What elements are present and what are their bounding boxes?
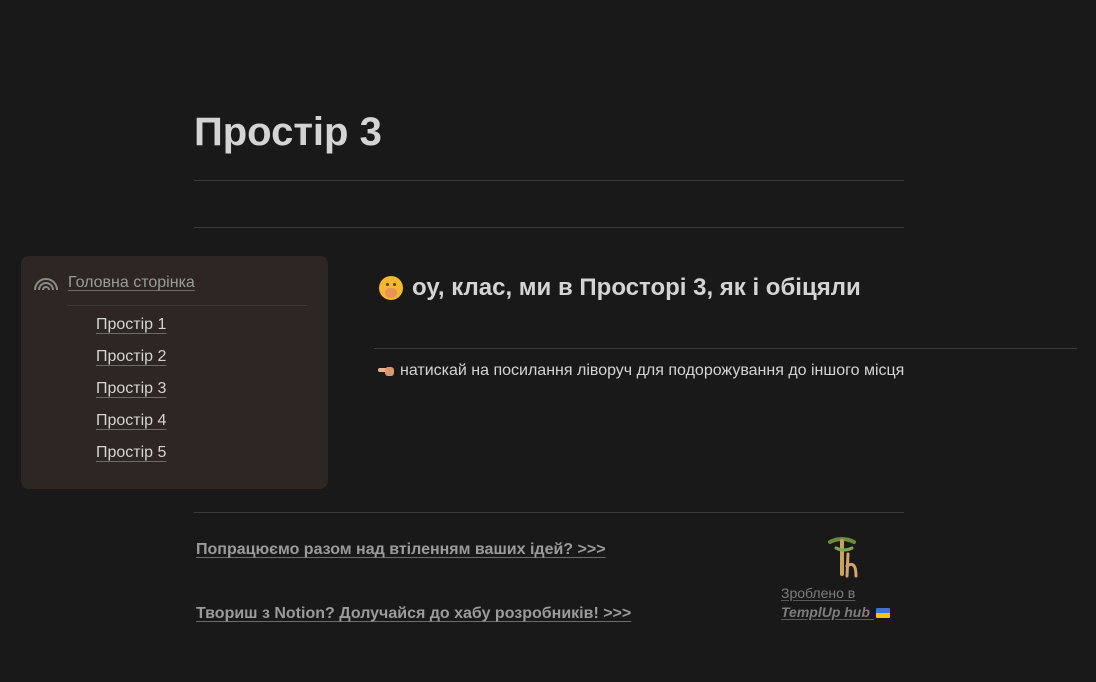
ukraine-flag-icon <box>875 608 890 618</box>
content-heading: оу, клас, ми в Просторі 3, як і обіцяли <box>412 274 861 301</box>
shushing-face-icon <box>379 276 403 300</box>
made-in-label[interactable]: Зроблено в TemplUp hub <box>781 584 890 622</box>
content-heading-row: оу, клас, ми в Просторі 3, як і обіцяли <box>379 274 861 302</box>
home-page-link[interactable]: Головна сторінка <box>68 274 195 292</box>
content-divider <box>374 348 1077 349</box>
join-hub-link[interactable]: Твориш з Notion? Долучайся до хабу розро… <box>196 605 631 623</box>
templup-hub-link[interactable]: TemplUp hub <box>781 604 874 620</box>
section-divider <box>194 227 904 228</box>
pointing-left-icon <box>378 365 394 377</box>
title-divider <box>194 180 904 181</box>
sidebar-item-space-2: Простір 2 <box>96 348 166 380</box>
footer-divider <box>194 512 904 513</box>
sidebar-item-space-1: Простір 1 <box>96 316 166 348</box>
templup-logo-icon[interactable] <box>824 536 864 578</box>
space-link[interactable]: Простір 2 <box>96 348 166 365</box>
sidebar-nav: Головна сторінка Простір 1 Простір 2 Про… <box>21 256 328 489</box>
collaborate-link[interactable]: Попрацюємо разом над втіленням ваших іде… <box>196 541 606 559</box>
space-link[interactable]: Простір 3 <box>96 380 166 397</box>
page-title: Простір 3 <box>194 110 382 154</box>
rainbow-icon <box>33 274 59 292</box>
sidebar-item-space-3: Простір 3 <box>96 380 166 412</box>
hint-text: натискай на посилання ліворуч для подоро… <box>400 362 905 379</box>
hint-row: натискай на посилання ліворуч для подоро… <box>378 362 904 380</box>
made-in-text: Зроблено в <box>781 585 856 601</box>
sidebar-divider <box>67 305 307 306</box>
space-link[interactable]: Простір 4 <box>96 412 166 429</box>
sidebar-home-row[interactable]: Головна сторінка <box>33 274 195 292</box>
sidebar-item-space-4: Простір 4 <box>96 412 166 444</box>
sidebar-item-space-5: Простір 5 <box>96 444 166 476</box>
page: Простір 3 Головна сторінка Простір 1 Про… <box>0 0 1096 682</box>
space-link[interactable]: Простір 1 <box>96 316 166 333</box>
sidebar-list: Простір 1 Простір 2 Простір 3 Простір 4 … <box>96 316 166 476</box>
space-link[interactable]: Простір 5 <box>96 444 166 461</box>
